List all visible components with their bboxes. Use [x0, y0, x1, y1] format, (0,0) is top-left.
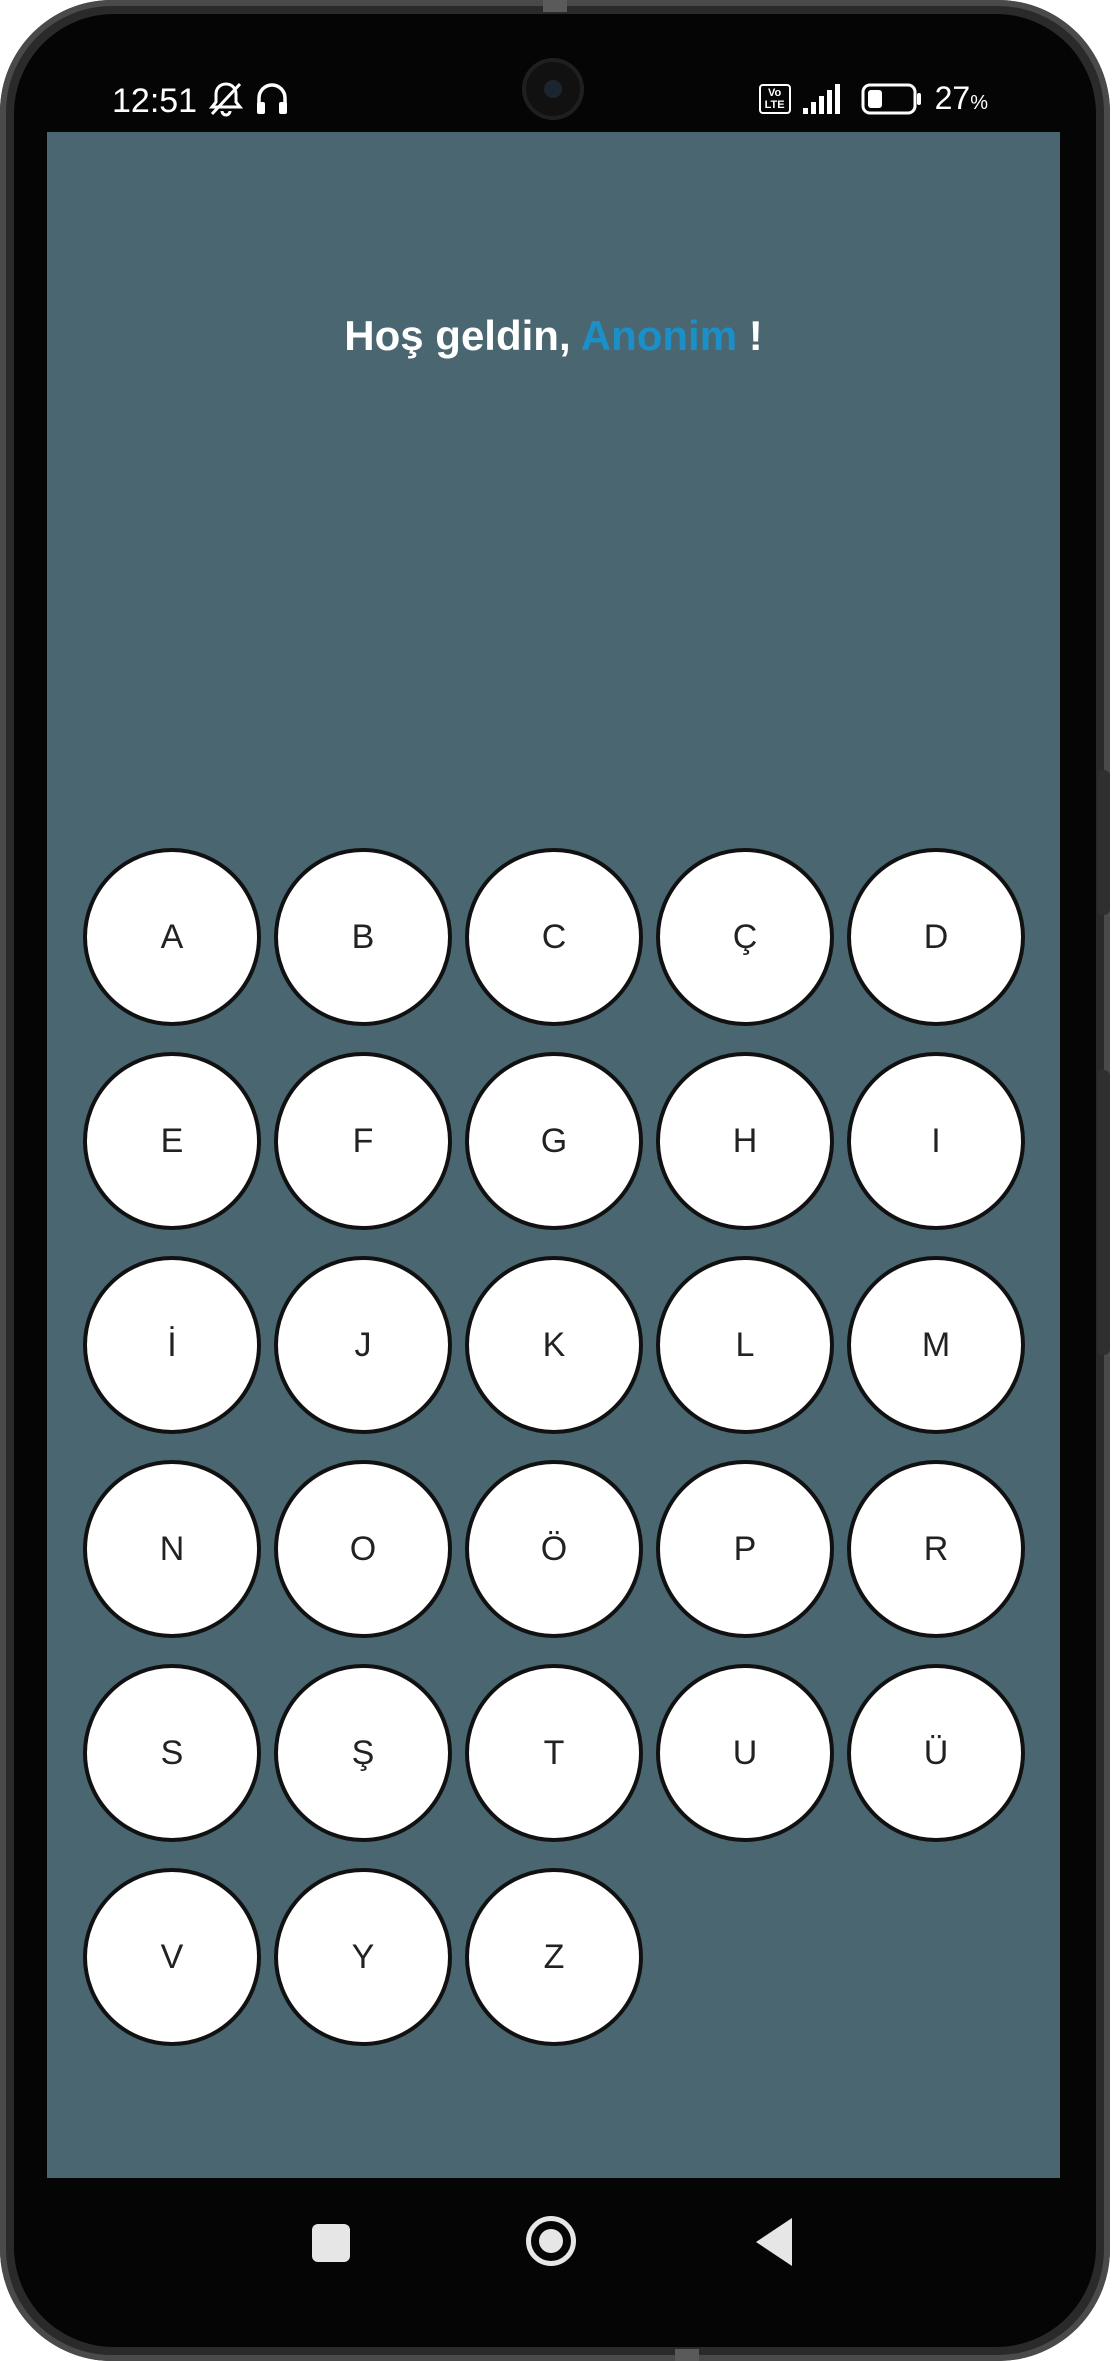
- letter-button[interactable]: H: [656, 1052, 834, 1230]
- welcome-suffix: !: [737, 312, 763, 359]
- power-button: [1098, 770, 1110, 915]
- letter-button[interactable]: İ: [83, 1256, 261, 1434]
- battery-percent: 27%: [934, 80, 988, 116]
- bell-off-icon: [208, 82, 244, 117]
- volte-icon: Vo LTE: [758, 83, 791, 114]
- letter-button[interactable]: L: [656, 1256, 834, 1434]
- letter-button[interactable]: C: [465, 848, 643, 1026]
- letter-button[interactable]: S: [83, 1664, 261, 1842]
- letter-button[interactable]: V: [83, 1868, 261, 2046]
- letter-button[interactable]: F: [274, 1052, 452, 1230]
- letter-button[interactable]: Ö: [465, 1460, 643, 1638]
- letter-button[interactable]: K: [465, 1256, 643, 1434]
- letter-button[interactable]: M: [847, 1256, 1025, 1434]
- letter-button[interactable]: Y: [274, 1868, 452, 2046]
- letter-button[interactable]: A: [83, 848, 261, 1026]
- letter-button[interactable]: Ç: [656, 848, 834, 1026]
- headset-icon: [257, 83, 287, 114]
- back-triangle-icon[interactable]: [756, 2218, 792, 2266]
- letter-button[interactable]: E: [83, 1052, 261, 1230]
- letter-button[interactable]: Ş: [274, 1664, 452, 1842]
- letter-button[interactable]: Ü: [847, 1664, 1025, 1842]
- home-circle-icon[interactable]: [526, 2216, 576, 2266]
- status-left-icons: [208, 80, 290, 118]
- volume-button: [1098, 1070, 1110, 1355]
- signal-icon: [802, 83, 840, 114]
- frame-antenna-line: [543, 0, 567, 12]
- letter-button[interactable]: N: [83, 1460, 261, 1638]
- battery-icon: [861, 83, 921, 114]
- letter-button[interactable]: B: [274, 848, 452, 1026]
- status-time: 12:51: [112, 82, 198, 120]
- letter-button[interactable]: O: [274, 1460, 452, 1638]
- letter-button[interactable]: R: [847, 1460, 1025, 1638]
- welcome-heading: Hoş geldin, Anonim !: [47, 312, 1060, 360]
- letter-button[interactable]: D: [847, 848, 1025, 1026]
- recents-square-icon[interactable]: [312, 2224, 350, 2262]
- letter-button[interactable]: J: [274, 1256, 452, 1434]
- status-bar: 12:51 Vo LTE 27%: [38, 60, 1058, 140]
- navigation-bar: [38, 2178, 1068, 2298]
- letter-button[interactable]: Z: [465, 1868, 643, 2046]
- letter-button[interactable]: G: [465, 1052, 643, 1230]
- welcome-greeting: Hoş geldin,: [344, 312, 581, 359]
- letter-button[interactable]: P: [656, 1460, 834, 1638]
- letter-button[interactable]: U: [656, 1664, 834, 1842]
- app-screen: Hoş geldin, Anonim ! A B C Ç D E F G H I…: [47, 132, 1060, 2178]
- status-right-icons: Vo LTE 27%: [758, 80, 988, 117]
- letter-button[interactable]: I: [847, 1052, 1025, 1230]
- frame-antenna-line: [675, 2349, 699, 2361]
- welcome-username: Anonim: [580, 312, 738, 359]
- letter-button[interactable]: T: [465, 1664, 643, 1842]
